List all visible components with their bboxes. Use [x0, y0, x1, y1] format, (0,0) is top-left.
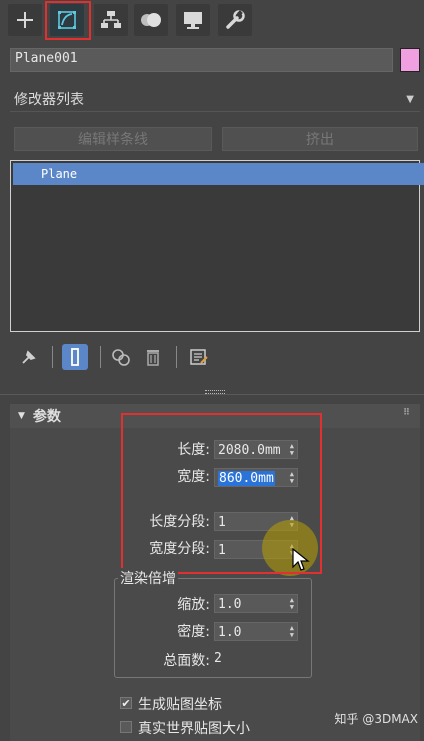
display-tab[interactable]: [176, 4, 210, 36]
separator: [176, 346, 177, 368]
modifier-stack[interactable]: Plane: [10, 160, 424, 332]
extrude-button[interactable]: 挤出: [222, 127, 418, 151]
render-multipliers-title: 渲染倍增: [118, 568, 178, 588]
make-unique-button[interactable]: [108, 344, 134, 370]
total-faces-value: 2: [214, 651, 222, 666]
panel-divider[interactable]: [0, 394, 424, 395]
density-value: 1.0: [218, 625, 242, 640]
gen-mapping-checkbox[interactable]: ✔: [120, 697, 132, 709]
create-tab[interactable]: [8, 4, 42, 36]
real-world-label: 真实世界贴图大小: [138, 721, 250, 737]
rollout-title: 参数: [32, 409, 61, 425]
display-icon: [184, 12, 202, 29]
pin-stack-icon: [22, 350, 36, 364]
show-end-result-button[interactable]: [62, 344, 88, 370]
spinner-arrows-icon[interactable]: ▲▼: [290, 597, 294, 611]
density-spinner[interactable]: 1.0 ▲ ▼: [214, 622, 298, 641]
divider-grip-icon: [205, 390, 225, 394]
total-faces-label: 总面数:: [163, 653, 210, 669]
show-end-result-icon: [71, 348, 79, 366]
motion-icon: [141, 13, 161, 27]
hierarchy-tab[interactable]: [94, 4, 128, 36]
command-panel-tabs: [0, 0, 424, 40]
motion-tab[interactable]: [134, 4, 168, 36]
stack-toolbar: [10, 340, 420, 374]
density-label: 密度:: [177, 624, 210, 640]
configure-sets-button[interactable]: [186, 344, 212, 370]
gen-mapping-label: 生成贴图坐标: [138, 697, 222, 713]
modifier-list-dropdown[interactable]: 修改器列表 ▼: [10, 86, 420, 112]
configure-sets-icon: [190, 349, 208, 365]
real-world-checkbox[interactable]: [120, 721, 132, 733]
remove-modifier-button[interactable]: [140, 344, 166, 370]
stack-item-plane[interactable]: Plane: [13, 163, 424, 185]
params-highlight-box: [121, 413, 322, 574]
watermark: 知乎 @3DMAX: [334, 712, 418, 726]
object-name-field[interactable]: Plane001: [10, 48, 393, 72]
separator: [100, 346, 101, 368]
utilities-icon: [226, 10, 245, 29]
make-unique-icon: [112, 349, 130, 366]
spinner-arrows-icon[interactable]: ▲▼: [290, 625, 294, 639]
dropdown-arrow-icon: ▼: [406, 94, 414, 105]
modifier-list-label: 修改器列表: [14, 91, 84, 108]
scale-spinner[interactable]: 1.0 ▲ ▼: [214, 594, 298, 613]
rollout-grip-icon: ⠿: [402, 408, 410, 418]
hierarchy-icon: [101, 11, 121, 28]
remove-modifier-icon: [147, 350, 159, 366]
scale-label: 缩放:: [177, 597, 210, 613]
modify-tab-highlight: [45, 1, 91, 40]
object-color-swatch[interactable]: [400, 48, 420, 72]
collapse-arrow-icon: ▼: [18, 411, 25, 421]
separator: [52, 346, 53, 368]
plus-icon: [17, 12, 33, 28]
utilities-tab[interactable]: [218, 4, 252, 36]
pin-stack-button[interactable]: [16, 344, 42, 370]
scale-value: 1.0: [218, 597, 242, 612]
edit-spline-button[interactable]: 编辑样条线: [14, 127, 212, 151]
